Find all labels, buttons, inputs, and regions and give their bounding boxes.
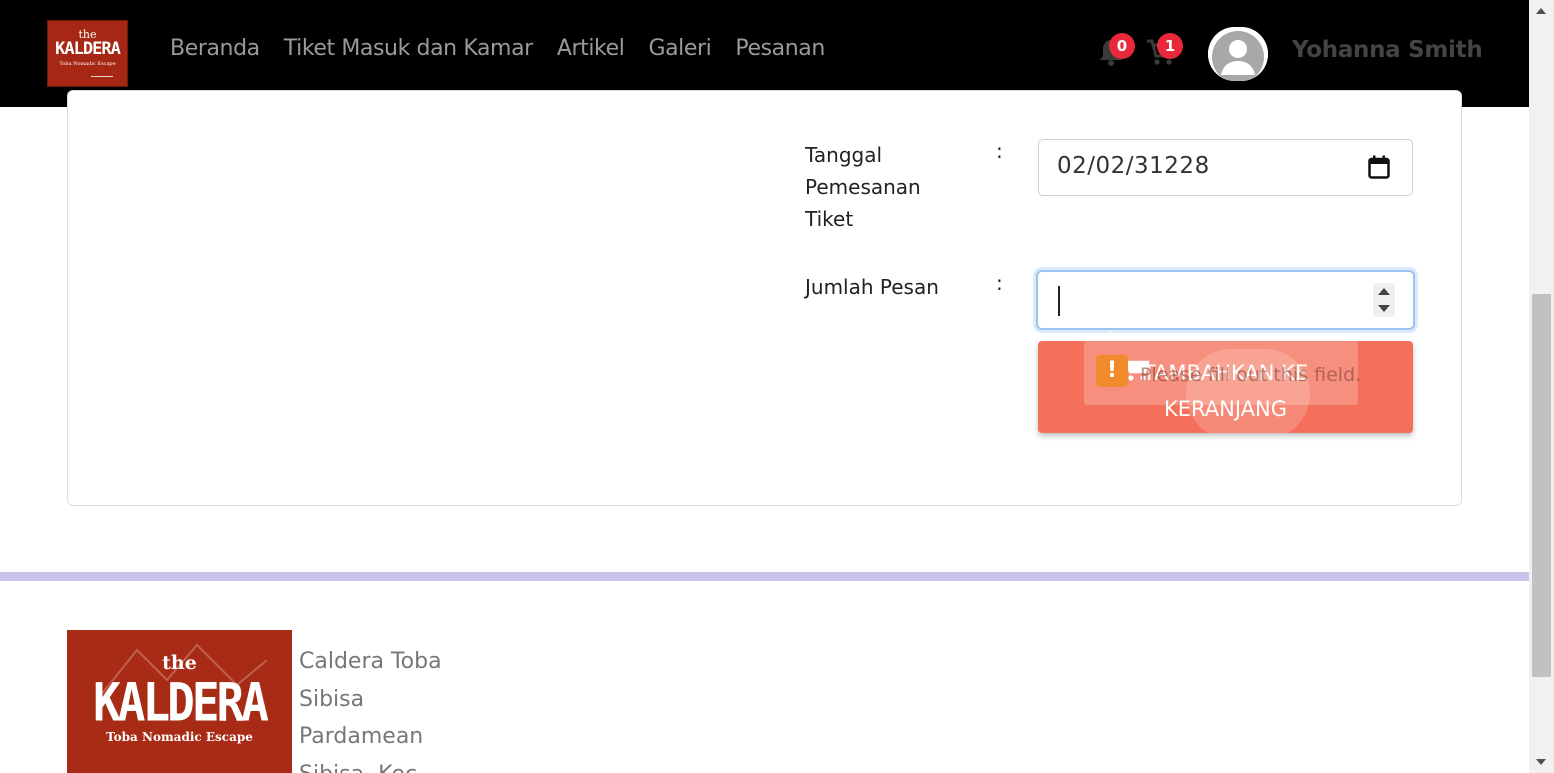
quantity-stepper[interactable] (1373, 283, 1395, 317)
footer-logo-name: KALDERA (93, 670, 269, 734)
user-avatar[interactable] (1208, 27, 1268, 81)
address-line: Caldera Toba (299, 649, 442, 674)
logo-tagline: Toba Nomadic Escape (59, 61, 116, 67)
booking-date-value: 02/02/31228 (1057, 153, 1210, 179)
calendar-icon[interactable] (1368, 155, 1390, 183)
page: the KALDERA Toba Nomadic Escape Beranda … (0, 0, 1554, 773)
logo-mark (91, 71, 113, 77)
warning-icon: ! (1096, 355, 1128, 387)
quantity-input[interactable] (1036, 270, 1415, 330)
scroll-down-icon[interactable] (1536, 759, 1546, 765)
nav-tiket-masuk-dan-kamar[interactable]: Tiket Masuk dan Kamar (284, 36, 533, 61)
footer-divider (0, 572, 1529, 581)
footer-logo: the KALDERA Toba Nomadic Escape (67, 630, 292, 773)
address-line: Sibisa (299, 686, 365, 712)
nav-beranda[interactable]: Beranda (170, 36, 260, 61)
stepper-down-icon[interactable] (1378, 305, 1390, 312)
cart-count-badge: 1 (1157, 33, 1183, 59)
validation-message: Please fill out this field. (1140, 364, 1362, 386)
date-label-separator: : (996, 139, 1003, 163)
quantity-label-separator: : (996, 271, 1003, 295)
logo-name: KALDERA (55, 39, 121, 59)
footer-logo-tagline: Toba Nomadic Escape (106, 730, 253, 744)
stepper-up-icon[interactable] (1378, 288, 1390, 295)
nav-pesanan[interactable]: Pesanan (735, 36, 825, 61)
address-line: Sibisa, Kec. (299, 756, 442, 773)
quantity-label: Jumlah Pesan (805, 275, 939, 299)
header-logo[interactable]: the KALDERA Toba Nomadic Escape (47, 20, 128, 87)
scroll-up-icon[interactable] (1536, 8, 1546, 14)
booking-date-input[interactable]: 02/02/31228 (1038, 139, 1413, 196)
date-label: Tanggal Pemesanan Tiket (805, 143, 921, 231)
footer-address: Caldera Toba Sibisa Pardamean Sibisa, Ke… (299, 643, 442, 773)
main-nav: Beranda Tiket Masuk dan Kamar Artikel Ga… (170, 36, 849, 61)
text-cursor (1058, 286, 1060, 316)
user-name[interactable]: Yohanna Smith (1292, 37, 1483, 63)
notification-count-badge: 0 (1109, 33, 1135, 59)
scrollbar-thumb[interactable] (1532, 294, 1551, 677)
nav-galeri[interactable]: Galeri (648, 36, 711, 61)
address-line: Pardamean (299, 724, 424, 749)
validation-tooltip-arrow (1098, 331, 1122, 341)
nav-artikel[interactable]: Artikel (557, 36, 625, 61)
page-scrollbar[interactable] (1529, 0, 1554, 773)
